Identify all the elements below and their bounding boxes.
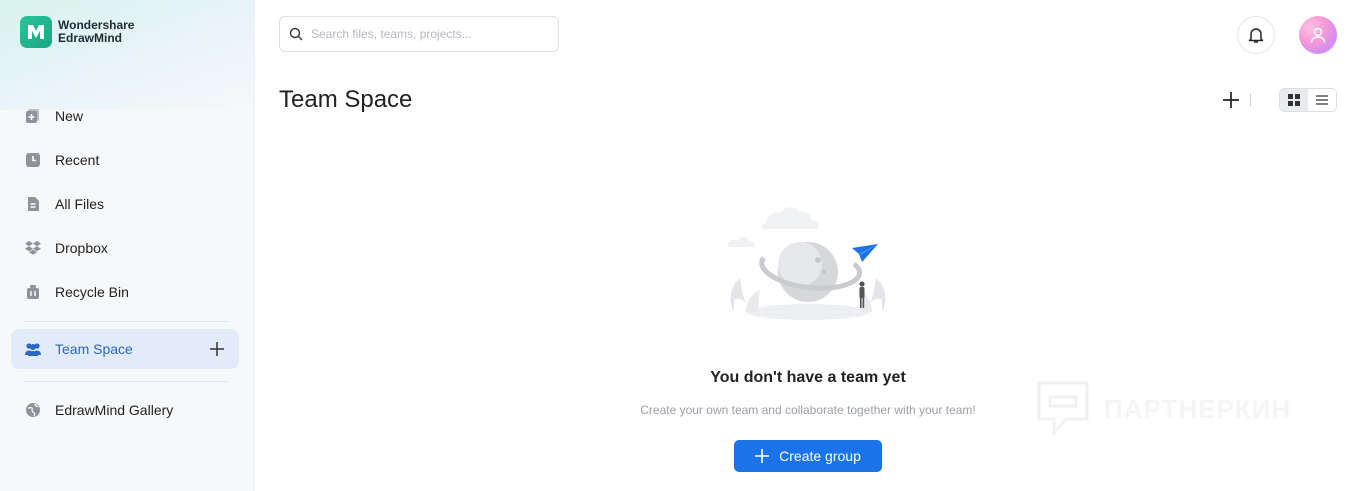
brand[interactable]: Wondershare EdrawMind: [20, 16, 134, 48]
empty-team-illustration: [728, 207, 886, 320]
app-window: Wondershare EdrawMind New Recent All Fil…: [0, 0, 1356, 491]
watermark: ПАРТНЕРКИН: [1036, 380, 1291, 438]
brand-name: Wondershare EdrawMind: [58, 19, 134, 45]
watermark-logo-icon: [1036, 380, 1090, 438]
search-box[interactable]: [279, 16, 559, 52]
dropbox-icon: [23, 238, 43, 258]
list-icon: [1315, 93, 1329, 107]
add-team-plus-icon[interactable]: [207, 339, 227, 359]
create-group-label: Create group: [779, 448, 861, 464]
sidebar-item-team-space[interactable]: Team Space: [11, 329, 239, 369]
user-icon: [1309, 26, 1327, 44]
sidebar-item-label: Dropbox: [55, 240, 108, 256]
clock-icon: [23, 150, 43, 170]
brand-line2: EdrawMind: [58, 31, 123, 45]
bell-icon: [1247, 26, 1265, 44]
notifications-button[interactable]: [1237, 16, 1275, 54]
add-team-button[interactable]: [1221, 90, 1241, 110]
create-group-button[interactable]: Create group: [734, 440, 882, 472]
view-toggle: [1279, 88, 1337, 112]
page-title: Team Space: [279, 86, 413, 113]
sidebar-item-dropbox[interactable]: Dropbox: [11, 228, 239, 268]
edrawmind-logo-icon: [20, 16, 52, 48]
grid-view-button[interactable]: [1280, 89, 1308, 111]
list-view-button[interactable]: [1308, 89, 1336, 111]
search-icon: [289, 27, 303, 41]
sidebar-item-recycle-bin[interactable]: Recycle Bin: [11, 272, 239, 312]
user-avatar[interactable]: [1299, 16, 1337, 54]
grid-icon: [1287, 93, 1301, 107]
watermark-text: ПАРТНЕРКИН: [1104, 393, 1292, 424]
team-icon: [23, 339, 43, 359]
sidebar-divider: [23, 321, 229, 322]
sidebar-item-label: Recycle Bin: [55, 284, 129, 300]
sidebar-item-label: New: [55, 108, 84, 124]
plus-icon: [1222, 91, 1240, 109]
sidebar: Wondershare EdrawMind New Recent All Fil…: [0, 0, 255, 491]
plus-icon: [755, 449, 770, 463]
sidebar-item-label: All Files: [55, 196, 105, 212]
sidebar-item-label: Team Space: [55, 341, 133, 357]
document-icon: [23, 194, 43, 214]
header-divider: [1250, 93, 1251, 107]
new-file-icon: [23, 106, 43, 126]
search-input[interactable]: [311, 27, 551, 41]
trash-icon: [23, 282, 43, 302]
sidebar-item-recent[interactable]: Recent: [11, 140, 239, 180]
sidebar-item-new[interactable]: New: [11, 96, 239, 136]
sidebar-item-label: Recent: [55, 152, 100, 168]
sidebar-item-all-files[interactable]: All Files: [11, 184, 239, 224]
